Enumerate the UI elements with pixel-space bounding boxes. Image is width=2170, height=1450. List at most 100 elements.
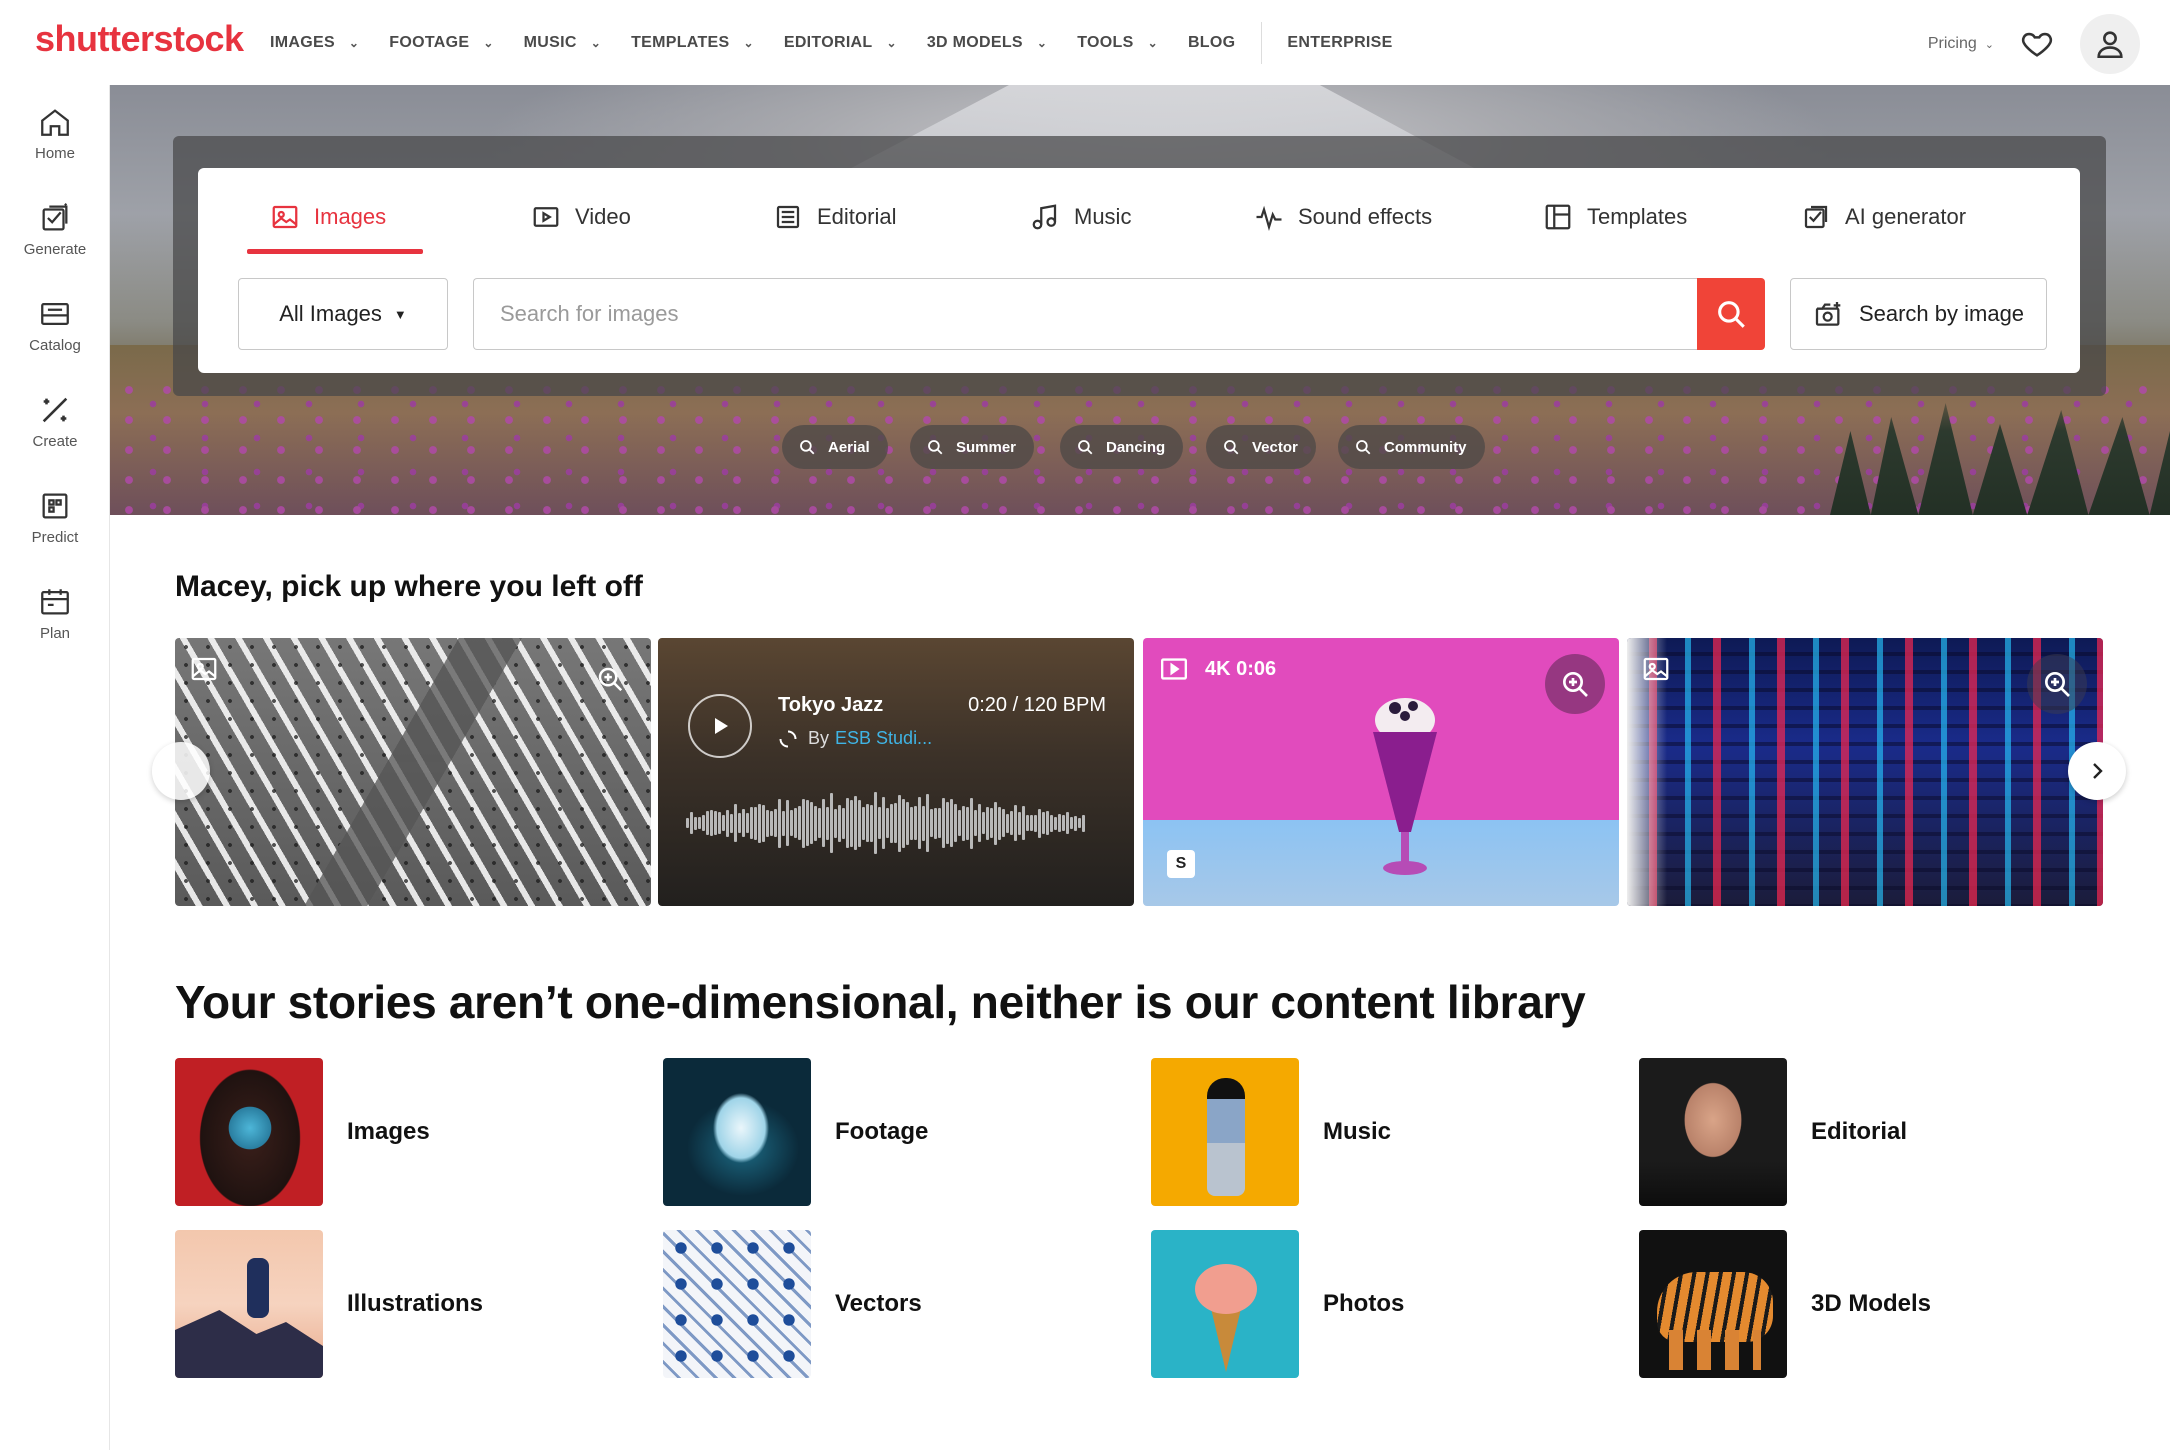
- library-item-3d-models[interactable]: 3D Models: [1639, 1230, 2099, 1378]
- suggestion-chip[interactable]: Aerial: [782, 425, 888, 469]
- play-icon: [715, 718, 728, 734]
- tab-label: Music: [1074, 204, 1132, 229]
- play-button[interactable]: [688, 694, 752, 758]
- tab-label: Images: [314, 204, 387, 229]
- tab-images[interactable]: Images: [270, 184, 386, 250]
- library-item-photos[interactable]: Photos: [1151, 1230, 1611, 1378]
- waveform-bar: [822, 799, 825, 847]
- pricing-menu[interactable]: Pricing ⌄: [1928, 35, 1994, 53]
- waveform-bar: [906, 801, 909, 845]
- tab-ai-generator[interactable]: AI generator: [1801, 184, 1966, 250]
- library-item-images[interactable]: Images: [175, 1058, 635, 1206]
- search-input[interactable]: [473, 278, 1698, 350]
- rail-item-predict[interactable]: Predict: [0, 489, 110, 546]
- plan-icon: [41, 589, 69, 615]
- nav-item-footage[interactable]: FOOTAGE ⌄: [389, 34, 493, 52]
- rail-item-plan[interactable]: Plan: [0, 585, 110, 642]
- library-item-music[interactable]: Music: [1151, 1058, 1611, 1206]
- waveform-bar: [866, 804, 869, 842]
- library-thumbnail: [1639, 1058, 1787, 1206]
- zoom-button[interactable]: [1545, 654, 1605, 714]
- waveform-bar: [986, 806, 989, 840]
- rail-item-create[interactable]: Create: [0, 393, 110, 450]
- nav-item-tools[interactable]: TOOLS ⌄: [1077, 34, 1158, 52]
- search-icon: [1356, 440, 1371, 455]
- nav-item-music[interactable]: MUSIC ⌄: [524, 34, 601, 52]
- nav-item-enterprise[interactable]: ENTERPRISE: [1287, 34, 1392, 52]
- suggestion-chip[interactable]: Community: [1338, 425, 1485, 469]
- waveform-bar: [926, 794, 929, 852]
- waveform-bar: [842, 807, 845, 839]
- library-item-illustrations[interactable]: Illustrations: [175, 1230, 635, 1378]
- tab-video[interactable]: Video: [531, 184, 631, 250]
- dancer-figure: [1207, 1078, 1245, 1196]
- nav-item-templates[interactable]: TEMPLATES ⌄: [631, 34, 754, 52]
- rail-item-label: Generate: [23, 241, 87, 258]
- waveform-bar: [970, 797, 973, 849]
- zoom-button[interactable]: [2027, 654, 2087, 714]
- shutterstock-select-badge: S: [1167, 850, 1195, 878]
- library-item-vectors[interactable]: Vectors: [663, 1230, 1123, 1378]
- waveform-bar: [754, 806, 757, 840]
- track-title: Tokyo Jazz: [778, 694, 884, 716]
- library-item-label: Illustrations: [347, 1290, 484, 1317]
- nav-item-images[interactable]: IMAGES ⌄: [270, 34, 359, 52]
- recent-music-card[interactable]: Tokyo Jazz 0:20 / 120 BPM By ESB Studi..…: [658, 638, 1134, 906]
- suggestion-chip[interactable]: Summer: [910, 425, 1035, 469]
- waveform-bar: [850, 799, 853, 847]
- waveform-bar: [718, 812, 721, 834]
- suggestion-chip[interactable]: Vector: [1206, 425, 1316, 469]
- video-meta: 4K 0:06: [1159, 656, 1276, 682]
- nav-item-3d-models[interactable]: 3D MODELS ⌄: [927, 34, 1047, 52]
- waveform-bar: [1042, 812, 1045, 834]
- library-item-label: 3D Models: [1811, 1290, 1932, 1317]
- waveform-bar: [978, 804, 981, 842]
- rail-item-catalog[interactable]: Catalog: [0, 297, 110, 354]
- video-duration: 4K 0:06: [1205, 657, 1277, 680]
- tab-music[interactable]: Music: [1030, 184, 1131, 250]
- nav-item-label: 3D MODELS: [926, 33, 1023, 51]
- templates-icon: [1545, 204, 1571, 230]
- rail-item-label: Predict: [31, 529, 79, 546]
- suggestion-chip[interactable]: Dancing: [1060, 425, 1184, 469]
- nav-item-editorial[interactable]: EDITORIAL ⌄: [784, 34, 897, 52]
- recent-video-card[interactable]: 4K 0:06 S: [1143, 638, 1619, 906]
- tab-label: AI generator: [1845, 204, 1967, 229]
- library-item-editorial[interactable]: Editorial: [1639, 1058, 2099, 1206]
- carousel-next-button[interactable]: [2068, 742, 2126, 800]
- carousel-prev-button[interactable]: [152, 742, 210, 800]
- rail-item-generate[interactable]: Generate: [0, 201, 110, 258]
- tab-editorial[interactable]: Editorial: [773, 184, 896, 250]
- track-meta: 0:20 / 120 BPM: [968, 694, 1106, 716]
- waveform-bar: [714, 811, 717, 835]
- waveform-bar: [902, 798, 905, 848]
- search-by-image-button[interactable]: Search by image: [1790, 278, 2047, 350]
- rail-item-label: Plan: [39, 625, 71, 642]
- rail-item-home[interactable]: Home: [0, 105, 110, 162]
- image-type-dropdown[interactable]: All Images ▼: [238, 278, 448, 350]
- tab-sound-effects[interactable]: Sound effects: [1254, 184, 1432, 250]
- waveform-bar: [778, 798, 781, 848]
- waveform-bar: [790, 810, 793, 836]
- account-button[interactable]: [2080, 14, 2140, 74]
- waveform-bar: [998, 806, 1001, 840]
- waveform-bar: [878, 807, 881, 839]
- search-button[interactable]: [1697, 278, 1765, 350]
- zoom-in-icon[interactable]: [595, 664, 625, 694]
- recent-image-card[interactable]: [175, 638, 651, 906]
- audio-waveform[interactable]: [686, 790, 1096, 856]
- recent-image-card[interactable]: [1627, 638, 2103, 906]
- artist-link[interactable]: ESB Studi...: [835, 728, 932, 749]
- music-note-icon: [1032, 204, 1057, 230]
- nav-item-blog[interactable]: BLOG: [1188, 34, 1235, 52]
- shutterstock-logo[interactable]: shutterst ck: [35, 18, 244, 60]
- waveform-bar: [1046, 811, 1049, 835]
- waveform-bar: [750, 807, 753, 839]
- home-icon: [41, 109, 69, 136]
- heart-icon[interactable]: [2020, 27, 2054, 61]
- video-icon: [533, 207, 559, 227]
- waveform-bar: [958, 810, 961, 836]
- chevron-down-icon: ⌄: [348, 35, 360, 50]
- tab-templates[interactable]: Templates: [1543, 184, 1687, 250]
- library-item-footage[interactable]: Footage: [663, 1058, 1123, 1206]
